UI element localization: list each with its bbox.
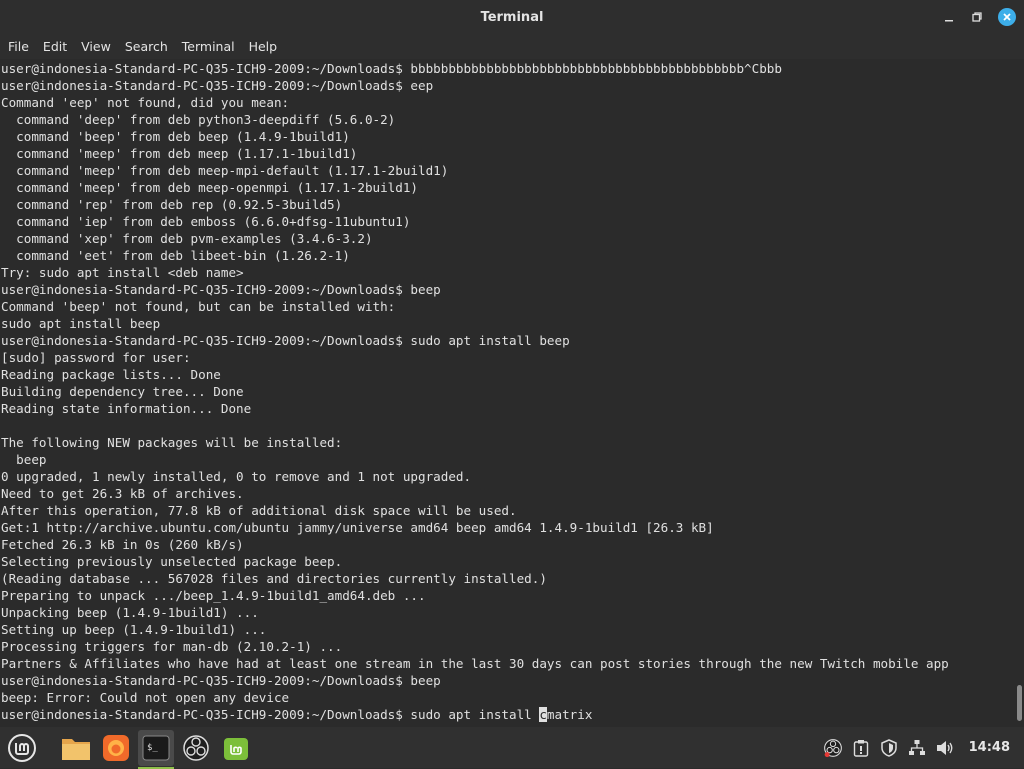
prompt-text-before-cursor: user@indonesia-Standard-PC-Q35-ICH9-2009…	[1, 707, 540, 722]
shield-icon	[880, 738, 897, 757]
menu-view[interactable]: View	[77, 39, 115, 54]
terminal-line: command 'meep' from deb meep-openmpi (1.…	[1, 180, 419, 195]
network-icon	[908, 739, 925, 755]
terminal-line: beep	[1, 452, 47, 467]
terminal-line: user@indonesia-Standard-PC-Q35-ICH9-2009…	[1, 673, 441, 688]
obs-tray-icon	[823, 738, 842, 757]
terminal-line: sudo apt install beep	[1, 316, 161, 331]
clipboard-button[interactable]	[851, 738, 871, 758]
volume-button[interactable]	[935, 738, 955, 758]
folder-icon	[62, 738, 90, 760]
maximize-button[interactable]	[966, 6, 988, 28]
terminal-icon: $_	[142, 735, 170, 760]
terminal-line: user@indonesia-Standard-PC-Q35-ICH9-2009…	[1, 333, 570, 348]
menu-terminal[interactable]: Terminal	[178, 39, 239, 54]
taskbar-firefox[interactable]	[98, 730, 134, 766]
terminal-line: Reading package lists... Done	[1, 367, 221, 382]
linux-mint-menu-icon	[8, 733, 36, 762]
clock[interactable]: 14:48	[969, 740, 1010, 755]
terminal-line: Get:1 http://archive.ubuntu.com/ubuntu j…	[1, 520, 714, 535]
prompt-text-after-cursor: matrix	[546, 707, 593, 722]
terminal-line: command 'meep' from deb meep-mpi-default…	[1, 163, 449, 178]
close-icon	[1003, 13, 1011, 21]
terminal-prompt-line[interactable]: user@indonesia-Standard-PC-Q35-ICH9-2009…	[1, 706, 1014, 723]
menu-search[interactable]: Search	[121, 39, 172, 54]
firefox-icon	[103, 734, 129, 761]
mint-software-icon	[224, 737, 248, 760]
svg-text:$_: $_	[147, 743, 158, 753]
scrollbar[interactable]	[1014, 59, 1024, 727]
terminal-line: Building dependency tree... Done	[1, 384, 244, 399]
clipboard-icon	[853, 739, 868, 757]
terminal-line: Setting up beep (1.4.9-1build1) ...	[1, 622, 267, 637]
terminal-line: user@indonesia-Standard-PC-Q35-ICH9-2009…	[1, 282, 441, 297]
terminal-line: Reading state information... Done	[1, 401, 252, 416]
shield-button[interactable]	[879, 738, 899, 758]
taskbar: $_ 14:48	[0, 727, 1024, 769]
volume-icon	[936, 740, 953, 755]
terminal-line: command 'eet' from deb libeet-bin (1.26.…	[1, 248, 350, 263]
terminal-line: After this operation, 77.8 kB of additio…	[1, 503, 517, 518]
terminal-output[interactable]: user@indonesia-Standard-PC-Q35-ICH9-2009…	[0, 59, 1014, 727]
terminal-line: Processing triggers for man-db (2.10.2-1…	[1, 639, 343, 654]
menu-file[interactable]: File	[4, 39, 33, 54]
terminal-line: command 'meep' from deb meep (1.17.1-1bu…	[1, 146, 358, 161]
terminal-line: [sudo] password for user:	[1, 350, 191, 365]
window-titlebar[interactable]: Terminal	[0, 0, 1024, 34]
terminal-line: user@indonesia-Standard-PC-Q35-ICH9-2009…	[1, 78, 434, 93]
terminal-line: Partners & Affiliates who have had at le…	[1, 656, 949, 671]
system-tray: 14:48	[823, 727, 1024, 768]
taskbar-obs[interactable]	[178, 730, 214, 766]
obs-icon	[183, 734, 209, 761]
scrollbar-thumb[interactable]	[1017, 685, 1022, 721]
terminal-line: Unpacking beep (1.4.9-1build1) ...	[1, 605, 259, 620]
terminal-line: Preparing to unpack .../beep_1.4.9-1buil…	[1, 588, 426, 603]
terminal-line: command 'xep' from deb pvm-examples (3.4…	[1, 231, 373, 246]
terminal-line: (Reading database ... 567028 files and d…	[1, 571, 547, 586]
obs-tray-button[interactable]	[823, 738, 843, 758]
terminal-line: Command 'eep' not found, did you mean:	[1, 95, 290, 110]
terminal-line: Try: sudo apt install <deb name>	[1, 265, 244, 280]
window-controls	[938, 6, 1016, 28]
network-button[interactable]	[907, 738, 927, 758]
minimize-button[interactable]	[938, 6, 960, 28]
taskbar-files[interactable]	[58, 730, 94, 766]
menu-help[interactable]: Help	[245, 39, 282, 54]
terminal-line: command 'rep' from deb rep (0.92.5-3buil…	[1, 197, 343, 212]
terminal-cursor: c	[539, 707, 547, 722]
menu-edit[interactable]: Edit	[39, 39, 71, 54]
terminal-line: Need to get 26.3 kB of archives.	[1, 486, 244, 501]
terminal-line: Command 'beep' not found, but can be ins…	[1, 299, 396, 314]
taskbar-mint-software[interactable]	[218, 730, 254, 766]
terminal-line: Selecting previously unselected package …	[1, 554, 343, 569]
terminal-line: Fetched 26.3 kB in 0s (260 kB/s)	[1, 537, 244, 552]
menubar: File Edit View Search Terminal Help	[0, 34, 1024, 59]
terminal-line: command 'iep' from deb emboss (6.6.0+dfs…	[1, 214, 411, 229]
window-title: Terminal	[480, 9, 544, 25]
minimize-icon	[945, 20, 953, 22]
terminal-line: The following NEW packages will be insta…	[1, 435, 343, 450]
terminal-line: command 'beep' from deb beep (1.4.9-1bui…	[1, 129, 350, 144]
terminal-line: user@indonesia-Standard-PC-Q35-ICH9-2009…	[1, 61, 782, 76]
terminal-line: 0 upgraded, 1 newly installed, 0 to remo…	[1, 469, 472, 484]
taskbar-terminal[interactable]: $_	[138, 729, 174, 769]
close-button[interactable]	[998, 8, 1016, 26]
maximize-icon	[972, 12, 982, 22]
terminal-line: beep: Error: Could not open any device	[1, 690, 290, 705]
terminal-line: command 'deep' from deb python3-deepdiff…	[1, 112, 396, 127]
menu-launcher[interactable]	[4, 730, 40, 766]
